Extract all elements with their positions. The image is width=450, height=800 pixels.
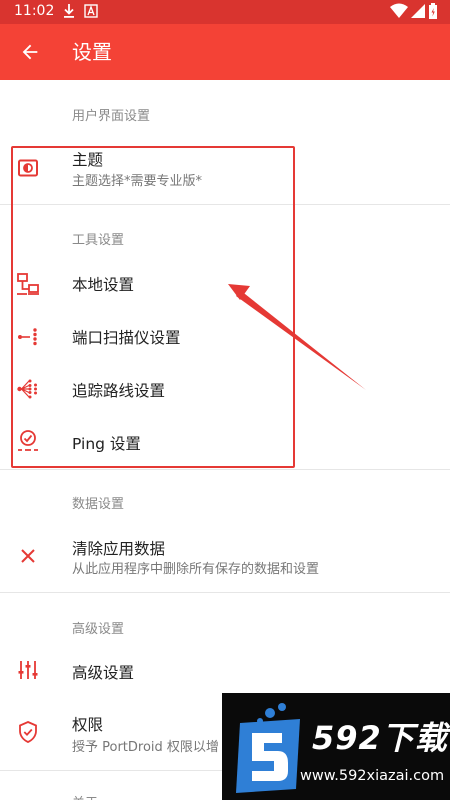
pref-clear-app-data-summary: 从此应用程序中删除所有保存的数据和设置 [72,562,320,577]
font-a-icon [84,4,98,18]
wifi-icon [390,3,408,18]
watermark-brand: 592下载 [312,719,448,757]
section-header-data: 数据设置 [72,497,125,512]
download-icon [64,4,74,18]
watermark: 592下载 www.592xiazai.com [222,693,450,800]
signal-icon [411,4,425,18]
close-icon [21,549,35,563]
arrow-back-icon [22,44,38,60]
pref-permissions-summary: 授予 PortDroid 权限以增 [72,740,219,755]
pref-advanced-title: 高级设置 [72,664,135,682]
status-time: 11:02 [14,3,55,19]
app-bar: 设置 [0,24,450,80]
back-button[interactable] [10,32,50,72]
status-bar: 11:02 [0,0,450,24]
section-header-about: 关于 [72,792,98,800]
sliders-icon [18,661,38,679]
pref-advanced-settings[interactable] [0,646,450,698]
page-title: 设置 [72,40,112,64]
section-header-ui: 用户界面设置 [72,109,151,124]
highlight-box [11,146,295,468]
site-logo [236,703,300,793]
pref-permissions-title: 权限 [72,716,104,734]
battery-icon [429,3,437,19]
divider [0,469,450,470]
pref-clear-app-data-title: 清除应用数据 [72,540,166,558]
section-header-advanced: 高级设置 [72,622,125,637]
watermark-url: www.592xiazai.com [300,768,445,784]
divider [0,592,450,593]
shield-check-icon [19,721,37,743]
